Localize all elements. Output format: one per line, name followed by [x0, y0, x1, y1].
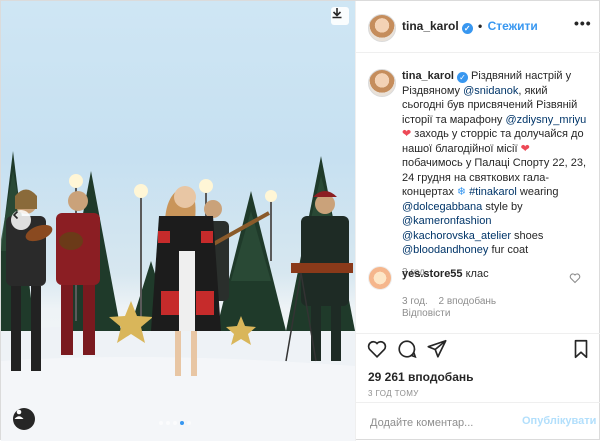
post-header: tina_karol ✓ • Стежити ••• [356, 1, 600, 53]
header-separator: • [478, 19, 483, 33]
caption-text-8: fur coat [488, 244, 529, 256]
share-icon[interactable] [426, 338, 448, 360]
post-photo[interactable] [1, 1, 355, 441]
bookmark-icon[interactable] [570, 338, 592, 360]
comment: yes.store55 клас [402, 268, 572, 280]
add-comment-bar: Опублікувати [356, 402, 600, 442]
comment-likes[interactable]: 2 вподобань [439, 296, 497, 307]
snowflake-emoji-icon: ❄ [456, 186, 467, 198]
post-time[interactable]: 3 ГОД ТОМУ [368, 389, 419, 398]
header-user: tina_karol ✓ • Стежити [402, 19, 538, 34]
hashtag-link[interactable]: #tinakarol [469, 186, 517, 198]
caption-text-5: wearing [516, 186, 559, 198]
header-username[interactable]: tina_karol [402, 19, 459, 33]
caption-username[interactable]: tina_karol [402, 70, 454, 82]
download-arrow-icon [332, 8, 342, 19]
download-icon[interactable] [331, 7, 349, 25]
caption-avatar[interactable] [368, 69, 396, 97]
caption-text-6: style by [482, 200, 523, 213]
comment-username[interactable]: yes.store55 [402, 268, 463, 280]
comment-avatar[interactable] [368, 266, 392, 290]
reply-button[interactable]: Відповісти [402, 308, 450, 319]
carousel-prev-button[interactable] [11, 210, 31, 230]
heart-emoji-icon: ❤ [520, 142, 530, 155]
more-options-icon[interactable]: ••• [574, 15, 592, 31]
comment-time[interactable]: 3 год. [402, 296, 428, 307]
verified-badge-icon: ✓ [456, 72, 468, 83]
mention-link[interactable]: @snidanok [463, 85, 518, 97]
caption: tina_karol ✓ Різдвяний настрій у Різдвяно… [402, 69, 590, 280]
user-icon [14, 409, 24, 419]
instagram-post-window: tina_karol ✓ • Стежити ••• tina_karol ✓ Рі… [0, 0, 600, 441]
tagged-users-button[interactable] [13, 408, 35, 430]
carousel-dot [166, 421, 170, 425]
chevron-left-icon [12, 210, 19, 220]
mention-link[interactable]: @kameronfashion [402, 215, 491, 227]
carousel-dots [159, 421, 191, 425]
mention-link[interactable]: @kachorovska_atelier [402, 230, 511, 242]
carousel-dot [173, 421, 177, 425]
comment-like-icon[interactable] [569, 272, 581, 284]
post-side-panel: tina_karol ✓ • Стежити ••• tina_karol ✓ Рі… [355, 1, 600, 441]
comment-text: клас [465, 268, 489, 280]
comment-meta: 3 год. 2 вподобань [402, 296, 496, 307]
comment-input[interactable] [368, 413, 522, 433]
avatar[interactable] [368, 14, 396, 42]
carousel-dot [187, 421, 191, 425]
caption-text-7: shoes [511, 229, 544, 242]
carousel-dot-active [180, 421, 184, 425]
photo-scene [1, 151, 355, 441]
verified-badge-icon: ✓ [461, 23, 473, 34]
mention-link[interactable]: @zdiysny_mriyu [505, 114, 586, 126]
heart-emoji-icon: ❤ [402, 128, 412, 140]
follow-button[interactable]: Стежити [488, 19, 538, 33]
comments-section: tina_karol ✓ Різдвяний настрій у Різдвяно… [356, 53, 600, 333]
like-heart-icon[interactable] [366, 338, 388, 360]
carousel-dot [159, 421, 163, 425]
likes-count[interactable]: 29 261 вподобань [368, 370, 474, 384]
caption-text-3: заходь у сторріс та долучайся до нашої б… [402, 128, 584, 155]
mention-link[interactable]: @dolcegabbana [402, 201, 482, 213]
post-actions: 29 261 вподобань 3 ГОД ТОМУ Опублікувати [356, 333, 600, 441]
mention-link[interactable]: @bloodandhoney [402, 244, 488, 256]
comment-icon[interactable] [396, 338, 418, 360]
publish-button[interactable]: Опублікувати [522, 415, 596, 427]
